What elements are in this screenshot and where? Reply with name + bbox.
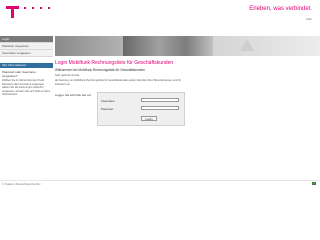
header-banner-image [55,36,320,56]
telekom-logo-icon[interactable] [6,6,20,18]
welcome-text: Willkommen bei Mobilfunk Rechnungsliste … [55,68,146,72]
password-label: Passwort [101,107,114,111]
banner-photo [123,36,213,56]
password-input[interactable] [141,106,179,110]
logo-t-stem [11,6,14,18]
footer-divider [0,180,320,187]
top-header: Erleben, was verbindet. Hilfe [0,0,320,22]
sidebar-item-login[interactable]: Login [0,36,53,43]
page-title: Login Mobilfunk Rechnungsliste für Gesch… [55,60,174,66]
login-button[interactable]: Login [141,116,157,121]
copyright-text: © Telekom Deutschland GmbH [2,182,41,186]
intro-text: als Nutzung von Mobilfunk Rechnungsliste… [55,79,182,86]
greeting-text: Sehr geehrter Kunde, [55,74,80,77]
status-icon [312,182,316,185]
username-label: Username [101,99,115,103]
login-prompt: Loggen Sie sich bitte hier ein: [55,93,92,97]
username-input[interactable] [141,98,179,102]
sidebar-item-forgot-password[interactable]: Passwort vergessen [0,43,53,50]
sidebar-item-forgot-username[interactable]: Username vergessen [0,50,53,57]
info-box-text: Wählen Sie im Menü links den Punkt Passw… [2,79,51,96]
banner-shape [240,39,254,51]
help-link[interactable]: Hilfe [306,17,312,21]
login-form: Username Passwort Login [97,92,185,126]
info-box: Ihre Informationen Passwort oder Usernam… [0,63,53,98]
slogan: Erleben, was verbindet. [249,6,312,12]
info-box-question: Passwort oder Username vergessen? [2,70,36,78]
main-content: Login Mobilfunk Rechnungsliste für Gesch… [55,60,320,86]
sidebar-nav: Login Passwort vergessen Username verges… [0,36,53,57]
